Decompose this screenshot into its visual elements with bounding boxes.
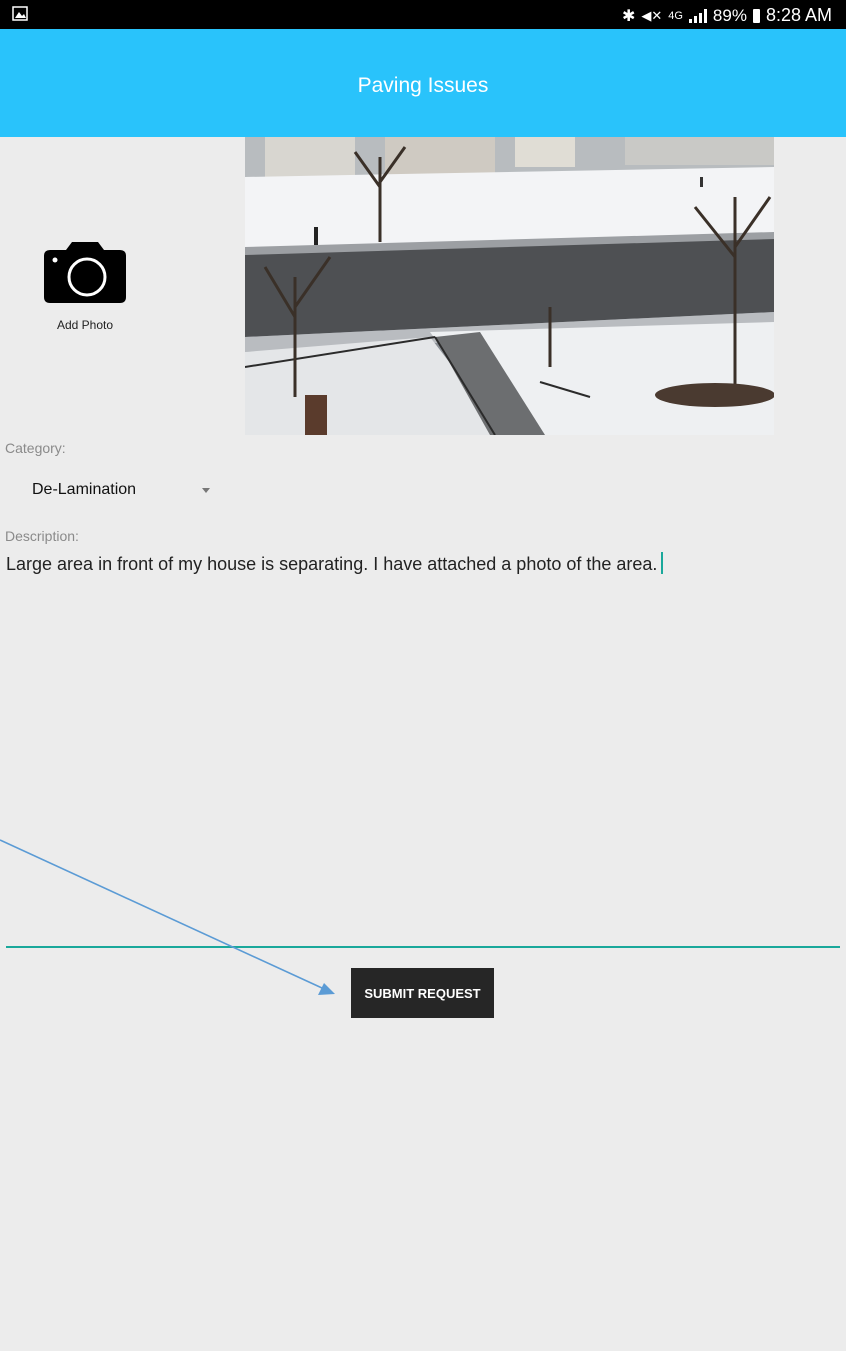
description-underline: [6, 946, 840, 948]
category-value: De-Lamination: [32, 481, 137, 498]
description-label: Description:: [5, 528, 79, 544]
signal-icon: [688, 8, 707, 23]
submit-request-button[interactable]: SUBMIT REQUEST: [351, 968, 494, 1018]
status-bar: ✱ ◀✕ 4G 89% 8:28 AM: [0, 0, 846, 29]
attached-photo: [245, 137, 774, 435]
category-dropdown[interactable]: De-Lamination: [32, 478, 212, 504]
add-photo-label: Add Photo: [56, 318, 114, 332]
category-label: Category:: [5, 440, 66, 456]
bluetooth-icon: ✱: [621, 7, 636, 25]
clock: 8:28 AM: [765, 5, 832, 25]
network-type: 4G: [668, 9, 683, 22]
app-bar: Paving Issues: [0, 29, 846, 137]
page-title: Paving Issues: [357, 74, 489, 97]
description-text: Large area in front of my house is separ…: [6, 554, 658, 574]
add-photo-button[interactable]: Add Photo: [44, 238, 126, 332]
mute-icon: ◀✕: [641, 7, 663, 23]
dropdown-arrow-icon: [202, 488, 210, 493]
text-cursor: [661, 552, 664, 574]
description-input[interactable]: Large area in front of my house is separ…: [6, 552, 838, 947]
battery-percent: 89%: [712, 5, 747, 25]
gallery-notification-icon: [12, 6, 28, 26]
camera-icon: [44, 242, 126, 303]
battery-icon: [752, 8, 760, 23]
